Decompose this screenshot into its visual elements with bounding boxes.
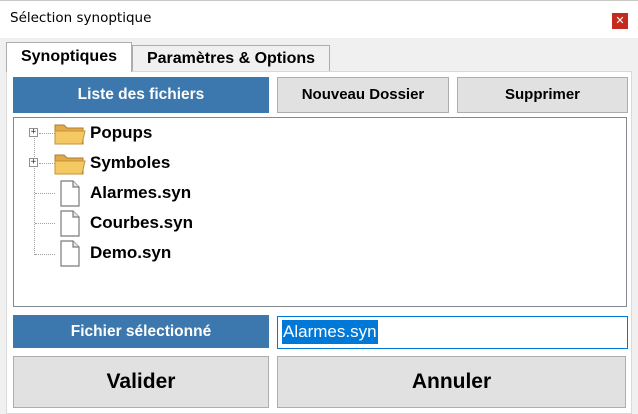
tree-item-label: Symboles (90, 153, 171, 172)
tree-item-label: Demo.syn (90, 243, 172, 262)
selected-file-label: Fichier sélectionné (13, 315, 269, 348)
file-list-header: Liste des fichiers (13, 77, 269, 113)
tree-item-label: Courbes.syn (90, 213, 193, 232)
file-tree[interactable]: + Popups + Symboles Alarmes.syn Courbes.… (13, 117, 627, 307)
tab-synoptiques[interactable]: Synoptiques (6, 42, 132, 72)
tree-item-label: Popups (90, 123, 153, 142)
selected-file-input[interactable]: Alarmes.syn (277, 316, 628, 349)
tree-item-courbes[interactable]: Courbes.syn (14, 208, 626, 238)
tree-item-demo[interactable]: Demo.syn (14, 238, 626, 268)
tree-item-alarmes[interactable]: Alarmes.syn (14, 178, 626, 208)
tab-parametres-options[interactable]: Paramètres & Options (132, 45, 330, 72)
tree-item-popups[interactable]: + Popups (14, 118, 626, 148)
new-folder-button[interactable]: Nouveau Dossier (277, 77, 449, 113)
delete-button[interactable]: Supprimer (457, 77, 628, 113)
file-icon (60, 210, 80, 237)
selected-file-value: Alarmes.syn (282, 320, 378, 344)
folder-icon (54, 154, 86, 175)
cancel-button[interactable]: Annuler (277, 356, 626, 408)
close-button[interactable]: ✕ (612, 13, 628, 29)
validate-button[interactable]: Valider (13, 356, 269, 408)
expand-icon[interactable]: + (29, 158, 38, 167)
file-icon (60, 240, 80, 267)
window-title: Sélection synoptique (10, 10, 152, 26)
expand-icon[interactable]: + (29, 128, 38, 137)
tree-item-label: Alarmes.syn (90, 183, 192, 202)
folder-icon (54, 124, 86, 145)
file-icon (60, 180, 80, 207)
title-bar: Sélection synoptique ✕ (0, 0, 638, 38)
tree-item-symboles[interactable]: + Symboles (14, 148, 626, 178)
